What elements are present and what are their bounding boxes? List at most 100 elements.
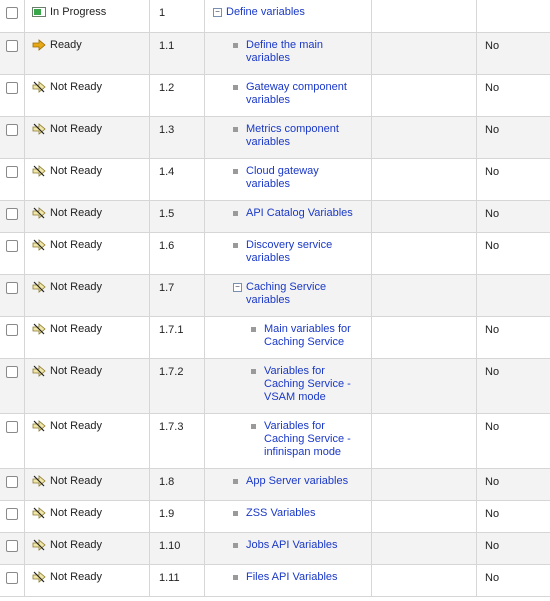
select-cell bbox=[0, 32, 25, 75]
row-checkbox[interactable] bbox=[6, 207, 18, 220]
optional-cell: No bbox=[476, 564, 550, 597]
row-checkbox[interactable] bbox=[6, 539, 18, 552]
select-cell bbox=[0, 274, 25, 317]
state-label: Not Ready bbox=[50, 206, 102, 219]
row-checkbox[interactable] bbox=[6, 165, 18, 178]
step-number-cell: 1.11 bbox=[149, 564, 205, 597]
tree-bullet-icon bbox=[251, 368, 256, 374]
optional-cell: No bbox=[476, 200, 550, 233]
state-label: Not Ready bbox=[50, 364, 102, 377]
ready-arrow-icon bbox=[32, 38, 46, 51]
select-cell bbox=[0, 158, 25, 201]
optional-value: No bbox=[485, 123, 500, 136]
row-checkbox[interactable] bbox=[6, 365, 18, 378]
extra-column-cell bbox=[371, 500, 477, 533]
row-checkbox[interactable] bbox=[6, 323, 18, 336]
step-title-link[interactable]: Gateway component variables bbox=[246, 81, 365, 107]
select-cell bbox=[0, 0, 25, 33]
optional-value: No bbox=[485, 323, 500, 336]
state-cell: Not Ready bbox=[24, 274, 150, 317]
tree-bullet-icon bbox=[233, 542, 238, 548]
optional-cell: No bbox=[476, 74, 550, 117]
collapse-toggle-icon[interactable]: − bbox=[233, 282, 242, 292]
step-title-link[interactable]: Files API Variables bbox=[246, 571, 338, 584]
step-title-cell: Variables for Caching Service - infinisp… bbox=[204, 413, 372, 469]
not-ready-icon bbox=[32, 122, 46, 135]
step-title-link[interactable]: Main variables for Caching Service bbox=[264, 323, 365, 349]
step-number: 1.11 bbox=[159, 571, 180, 584]
table-row: Not Ready 1.5 API Catalog Variables No bbox=[0, 200, 550, 233]
row-checkbox[interactable] bbox=[6, 507, 18, 520]
optional-cell: No bbox=[476, 500, 550, 533]
step-title-link[interactable]: Caching Service variables bbox=[246, 281, 365, 307]
not-ready-icon bbox=[32, 164, 46, 177]
in-progress-icon bbox=[32, 6, 46, 18]
step-number: 1.10 bbox=[159, 539, 181, 552]
state-cell: Not Ready bbox=[24, 413, 150, 469]
step-number: 1.4 bbox=[159, 165, 175, 178]
step-title-link[interactable]: API Catalog Variables bbox=[246, 207, 353, 220]
step-title-cell: Discovery service variables bbox=[204, 232, 372, 275]
state-cell: Not Ready bbox=[24, 74, 150, 117]
step-number-cell: 1.4 bbox=[149, 158, 205, 201]
row-checkbox[interactable] bbox=[6, 420, 18, 433]
step-title-link[interactable]: Jobs API Variables bbox=[246, 539, 338, 552]
step-number: 1.7.2 bbox=[159, 365, 184, 378]
table-row: Not Ready 1.4 Cloud gateway variables No bbox=[0, 158, 550, 201]
step-number-cell: 1.8 bbox=[149, 468, 205, 501]
state-cell: Not Ready bbox=[24, 158, 150, 201]
step-title-link[interactable]: Define the main variables bbox=[246, 39, 365, 65]
step-title-cell: − Caching Service variables bbox=[204, 274, 372, 317]
step-title-link[interactable]: App Server variables bbox=[246, 475, 348, 488]
extra-column-cell bbox=[371, 468, 477, 501]
step-title-cell: Gateway component variables bbox=[204, 74, 372, 117]
step-title-link[interactable]: Discovery service variables bbox=[246, 239, 365, 265]
not-ready-icon bbox=[32, 474, 46, 487]
row-checkbox[interactable] bbox=[6, 281, 18, 294]
row-checkbox[interactable] bbox=[6, 571, 18, 584]
step-title-link[interactable]: Variables for Caching Service - VSAM mod… bbox=[264, 365, 365, 404]
tree-bullet-icon bbox=[251, 326, 256, 332]
not-ready-icon bbox=[32, 206, 46, 219]
extra-column-cell bbox=[371, 116, 477, 159]
collapse-toggle-icon[interactable]: − bbox=[213, 8, 222, 17]
step-title-cell: API Catalog Variables bbox=[204, 200, 372, 233]
row-checkbox[interactable] bbox=[6, 239, 18, 252]
step-title-cell: Cloud gateway variables bbox=[204, 158, 372, 201]
optional-value: No bbox=[485, 571, 500, 584]
step-number-cell: 1.2 bbox=[149, 74, 205, 117]
step-number: 1.7.3 bbox=[159, 420, 184, 433]
step-title-link[interactable]: Define variables bbox=[226, 6, 305, 19]
optional-value: No bbox=[485, 365, 500, 378]
step-number-cell: 1.3 bbox=[149, 116, 205, 159]
extra-column-cell bbox=[371, 232, 477, 275]
extra-column-cell bbox=[371, 158, 477, 201]
tree-bullet-icon bbox=[233, 478, 238, 484]
optional-cell: No bbox=[476, 413, 550, 469]
tree-bullet-icon bbox=[233, 510, 238, 516]
optional-value: No bbox=[485, 420, 500, 433]
not-ready-icon bbox=[32, 419, 46, 432]
step-title-cell: Variables for Caching Service - VSAM mod… bbox=[204, 358, 372, 414]
row-checkbox[interactable] bbox=[6, 39, 18, 52]
step-number-cell: 1.7.1 bbox=[149, 316, 205, 359]
step-title-link[interactable]: Metrics component variables bbox=[246, 123, 365, 149]
row-checkbox[interactable] bbox=[6, 7, 18, 19]
step-title-link[interactable]: Variables for Caching Service - infinisp… bbox=[264, 420, 365, 459]
state-label: Not Ready bbox=[50, 322, 102, 335]
table-row: Not Ready 1.3 Metrics component variables N… bbox=[0, 116, 550, 159]
row-checkbox[interactable] bbox=[6, 81, 18, 94]
state-label: Not Ready bbox=[50, 506, 102, 519]
not-ready-icon bbox=[32, 322, 46, 335]
step-title-link[interactable]: ZSS Variables bbox=[246, 507, 316, 520]
select-cell bbox=[0, 532, 25, 565]
step-number: 1.1 bbox=[159, 39, 175, 52]
step-title-link[interactable]: Cloud gateway variables bbox=[246, 165, 365, 191]
select-cell bbox=[0, 200, 25, 233]
extra-column-cell bbox=[371, 564, 477, 597]
row-checkbox[interactable] bbox=[6, 123, 18, 136]
row-checkbox[interactable] bbox=[6, 475, 18, 488]
step-number: 1.5 bbox=[159, 207, 175, 220]
select-cell bbox=[0, 316, 25, 359]
step-number: 1.6 bbox=[159, 239, 175, 252]
